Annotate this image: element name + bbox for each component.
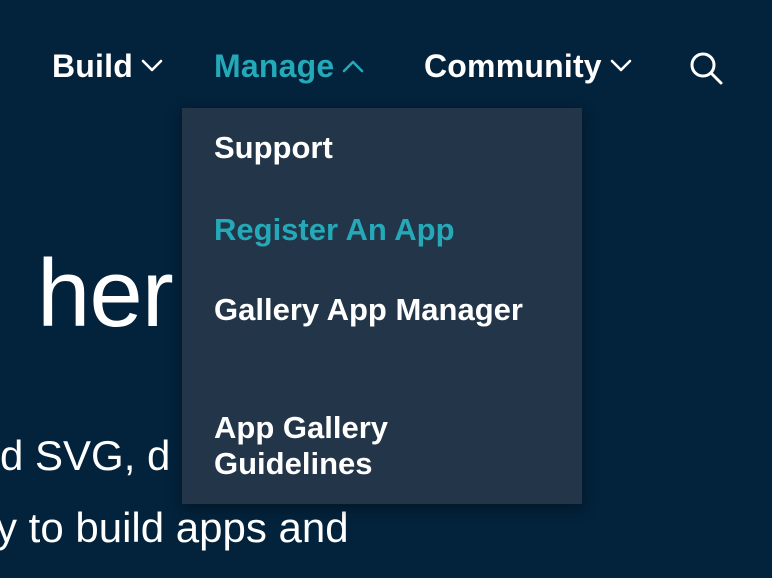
chevron-down-icon: [610, 59, 632, 72]
nav-item-label: Build: [52, 47, 133, 84]
menu-item-support[interactable]: Support: [214, 130, 554, 166]
chevron-down-icon: [141, 59, 163, 72]
nav-item-label: Community: [424, 47, 602, 84]
nav-item-manage[interactable]: Manage: [214, 44, 364, 88]
hero-title: her: [37, 240, 174, 347]
nav-item-community[interactable]: Community: [424, 44, 632, 88]
menu-item-app-gallery-guidelines[interactable]: App Gallery Guidelines: [214, 410, 554, 482]
nav-item-build[interactable]: Build: [52, 44, 163, 88]
search-button[interactable]: [686, 48, 726, 88]
search-icon: [690, 52, 723, 85]
manage-dropdown-menu: Support Register An App Gallery App Mana…: [182, 108, 582, 504]
hero-text-line: d SVG, d: [0, 432, 171, 479]
chevron-up-icon: [343, 60, 364, 73]
nav-item-label: Manage: [214, 47, 335, 84]
hero-text-line: y to build apps and: [0, 504, 349, 551]
menu-item-register-an-app[interactable]: Register An App: [214, 212, 554, 248]
menu-item-gallery-app-manager[interactable]: Gallery App Manager: [214, 292, 554, 328]
